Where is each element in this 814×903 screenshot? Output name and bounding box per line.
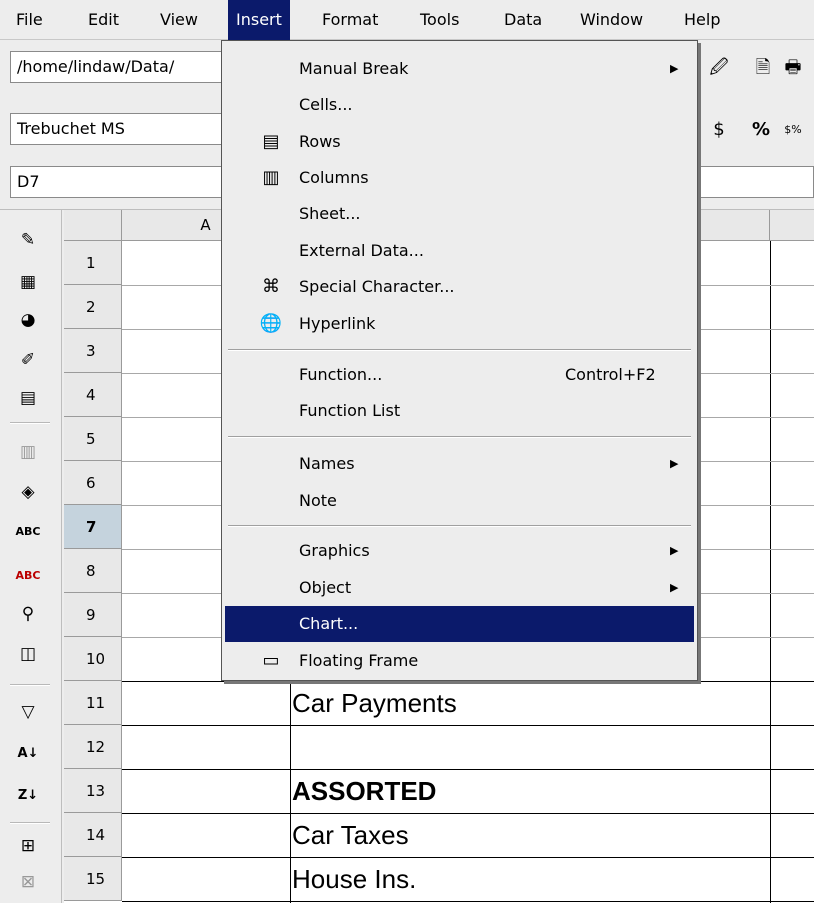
menu-item-sheet[interactable]: Sheet... bbox=[225, 196, 694, 232]
group-icon[interactable]: ⊞ bbox=[14, 832, 42, 860]
row-header[interactable]: 2 bbox=[64, 285, 122, 329]
formula-input[interactable] bbox=[700, 166, 814, 198]
autospellcheck-icon[interactable]: ABC bbox=[14, 562, 42, 590]
edit-file-icon[interactable]: 🖉 bbox=[706, 55, 732, 81]
ungroup-icon[interactable]: ⊠ bbox=[14, 868, 42, 896]
form-control-icon[interactable]: ▥ bbox=[14, 438, 42, 466]
cell-car-taxes[interactable]: Car Taxes bbox=[290, 813, 409, 857]
menu-item-rows[interactable]: ▤ Rows bbox=[225, 124, 694, 160]
menu-item-special-character[interactable]: ⌘ Special Character... bbox=[225, 269, 694, 305]
insert-columns-icon: ▥ bbox=[262, 167, 280, 188]
row-header[interactable]: 4 bbox=[64, 373, 122, 417]
insert-menu-dropdown: Manual Break ▶ Cells... ▤ Rows ▥ Columns… bbox=[221, 40, 698, 681]
sort-descending-icon[interactable]: Z↓ bbox=[14, 782, 42, 810]
menu-item-floating-frame[interactable]: ▭ Floating Frame bbox=[225, 643, 694, 679]
menu-format[interactable]: Format bbox=[314, 0, 386, 40]
menu-item-chart[interactable]: Chart... bbox=[225, 606, 694, 642]
spreadsheet-window: File Edit View Insert Format Tools Data … bbox=[0, 0, 814, 903]
menu-item-names[interactable]: Names ▶ bbox=[225, 446, 694, 482]
submenu-arrow-icon: ▶ bbox=[670, 62, 679, 75]
hyperlink-icon: 🌐 bbox=[259, 313, 283, 334]
cell-assorted[interactable]: ASSORTED bbox=[290, 769, 436, 813]
menu-view[interactable]: View bbox=[152, 0, 206, 40]
export-pdf-icon[interactable]: 🗎 bbox=[750, 55, 776, 81]
menu-window[interactable]: Window bbox=[572, 0, 651, 40]
column-border bbox=[770, 241, 771, 903]
menu-item-function[interactable]: Function... Control+F2 bbox=[225, 357, 694, 393]
currency-icon[interactable]: $ bbox=[706, 117, 732, 143]
row-header[interactable]: 8 bbox=[64, 549, 122, 593]
menu-tools[interactable]: Tools bbox=[412, 0, 467, 40]
toolbar-separator bbox=[10, 822, 50, 824]
row-border bbox=[122, 725, 814, 726]
font-name-box[interactable]: Trebuchet MS bbox=[10, 113, 230, 145]
menu-item-graphics[interactable]: Graphics ▶ bbox=[225, 533, 694, 569]
document-path-field[interactable]: /home/lindaw/Data/ bbox=[10, 51, 230, 83]
insert-fields-icon[interactable]: ▤ bbox=[14, 384, 42, 412]
row-header[interactable]: 12 bbox=[64, 725, 122, 769]
select-all-corner[interactable] bbox=[64, 210, 122, 241]
row-header[interactable]: 14 bbox=[64, 813, 122, 857]
menu-item-columns[interactable]: ▥ Columns bbox=[225, 160, 694, 196]
menu-item-note[interactable]: Note bbox=[225, 483, 694, 519]
submenu-arrow-icon: ▶ bbox=[670, 581, 679, 594]
insert-rows-icon: ▤ bbox=[262, 131, 280, 152]
row-header[interactable]: 3 bbox=[64, 329, 122, 373]
spellcheck-icon[interactable]: ABC bbox=[14, 518, 42, 546]
floating-frame-icon: ▭ bbox=[262, 650, 280, 671]
row-header[interactable]: 6 bbox=[64, 461, 122, 505]
row-header[interactable]: 10 bbox=[64, 637, 122, 681]
row-header[interactable]: 15 bbox=[64, 857, 122, 901]
menu-item-hyperlink[interactable]: 🌐 Hyperlink bbox=[225, 306, 694, 342]
autofilter-icon[interactable]: ▽ bbox=[14, 698, 42, 726]
print-icon[interactable]: 🖶 bbox=[780, 55, 806, 81]
row-header[interactable]: 13 bbox=[64, 769, 122, 813]
insert-object-icon[interactable]: ◕ bbox=[14, 306, 42, 334]
cell-house-ins[interactable]: House Ins. bbox=[290, 857, 416, 901]
special-character-icon: ⌘ bbox=[262, 276, 280, 297]
menu-item-function-list[interactable]: Function List bbox=[225, 393, 694, 429]
submenu-arrow-icon: ▶ bbox=[670, 457, 679, 470]
menu-item-external-data[interactable]: External Data... bbox=[225, 233, 694, 269]
menu-help[interactable]: Help bbox=[676, 0, 728, 40]
row-border bbox=[122, 901, 814, 902]
autopilot-icon[interactable]: ✎ bbox=[14, 226, 42, 254]
row-header[interactable]: 5 bbox=[64, 417, 122, 461]
standard-format-icon[interactable]: $% bbox=[780, 117, 806, 143]
insert-cells-icon[interactable]: ▦ bbox=[14, 268, 42, 296]
insert-draw-icon[interactable]: ✐ bbox=[14, 346, 42, 374]
sort-ascending-icon[interactable]: A↓ bbox=[14, 740, 42, 768]
row-border bbox=[122, 857, 814, 858]
percent-icon[interactable]: % bbox=[748, 117, 774, 143]
menu-item-manual-break[interactable]: Manual Break ▶ bbox=[225, 51, 694, 87]
menu-item-cells[interactable]: Cells... bbox=[225, 87, 694, 123]
menu-separator bbox=[228, 436, 691, 438]
row-header-selected[interactable]: 7 bbox=[64, 505, 122, 549]
name-box[interactable]: D7 bbox=[10, 166, 250, 198]
row-border bbox=[122, 769, 814, 770]
menu-data[interactable]: Data bbox=[496, 0, 550, 40]
row-header[interactable]: 11 bbox=[64, 681, 122, 725]
row-border bbox=[122, 813, 814, 814]
menu-edit[interactable]: Edit bbox=[80, 0, 127, 40]
main-toolbar: ✎ ▦ ◕ ✐ ▤ ▥ ◈ ABC ABC ⚲ ◫ ▽ A↓ Z↓ ⊞ ⊠ bbox=[0, 210, 62, 903]
row-header[interactable]: 9 bbox=[64, 593, 122, 637]
row-header[interactable]: 1 bbox=[64, 241, 122, 285]
find-icon[interactable]: ⚲ bbox=[14, 600, 42, 628]
navigator-icon[interactable]: ◫ bbox=[14, 640, 42, 668]
menu-file[interactable]: File bbox=[8, 0, 51, 40]
row-border bbox=[122, 681, 814, 682]
menubar: File Edit View Insert Format Tools Data … bbox=[0, 0, 814, 40]
toolbar-separator bbox=[10, 422, 50, 424]
submenu-arrow-icon: ▶ bbox=[670, 544, 679, 557]
menu-separator bbox=[228, 349, 691, 351]
column-header-e[interactable] bbox=[770, 210, 814, 241]
cell-car-payments[interactable]: Car Payments bbox=[290, 681, 457, 725]
show-draw-functions-icon[interactable]: ◈ bbox=[14, 478, 42, 506]
toolbar-separator bbox=[10, 684, 50, 686]
menu-item-object[interactable]: Object ▶ bbox=[225, 570, 694, 606]
menu-separator bbox=[228, 525, 691, 527]
function-shortcut: Control+F2 bbox=[565, 365, 656, 384]
menu-insert[interactable]: Insert bbox=[228, 0, 290, 40]
